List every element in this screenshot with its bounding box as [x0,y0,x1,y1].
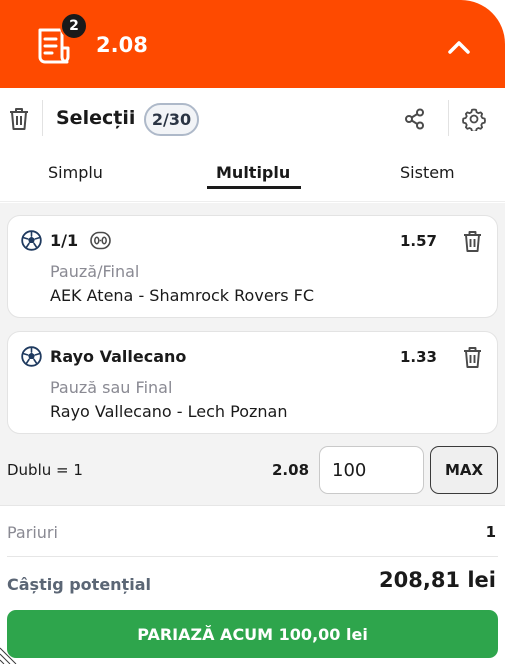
resize-handle [0,647,17,664]
active-tab-indicator [207,186,301,189]
tab-sistem[interactable]: Sistem [400,163,455,182]
delete-all-icon[interactable] [8,107,30,131]
selections-title: Selecții [56,107,136,129]
selections-count-badge: 2 [60,12,88,40]
share-icon[interactable] [404,108,426,130]
selection-odds: 1.57 [399,232,437,250]
selections-toolbar: Selecții 2/30 [0,88,505,150]
scoreboard-icon [90,231,111,250]
selection-pick: 1/1 [50,231,79,250]
selection-card[interactable]: 1/1 1.57 Pauză/Final AEK Atena - Shamroc… [7,215,498,318]
trash-icon[interactable] [462,230,483,253]
toolbar-divider [42,100,43,136]
place-bet-button[interactable]: PARIAZĂ ACUM 100,00 lei [7,610,498,658]
selection-market: Pauză sau Final [50,378,173,397]
bets-count: 1 [485,523,496,541]
football-icon [21,230,42,251]
tab-simplu[interactable]: Simplu [48,163,103,182]
stake-input[interactable] [319,446,424,494]
selections-count: 2/30 [144,103,199,136]
selection-pick: Rayo Vallecano [50,347,187,366]
chevron-up-icon[interactable] [446,34,472,60]
bets-label: Pariuri [7,523,58,542]
combo-odds: 2.08 [272,461,310,479]
combo-label: Dublu = 1 [7,461,83,479]
selection-card[interactable]: Rayo Vallecano 1.33 Pauză sau Final Rayo… [7,331,498,434]
trash-icon[interactable] [462,346,483,369]
max-stake-button[interactable]: MAX [430,446,498,494]
selection-event: Rayo Vallecano - Lech Poznan [50,402,288,421]
selection-market: Pauză/Final [50,262,140,281]
potential-win-value: 208,81 lei [379,568,496,592]
betslip-header[interactable]: 2 2.08 [0,0,505,88]
summary-divider [7,556,498,557]
selection-odds: 1.33 [399,348,437,366]
selection-event: AEK Atena - Shamrock Rovers FC [50,286,315,305]
toolbar-divider [448,100,449,136]
tab-multiplu[interactable]: Multiplu [216,163,290,182]
gear-icon[interactable] [462,107,486,131]
total-odds: 2.08 [96,33,148,57]
bet-type-tabs: Simplu Multiplu Sistem [0,150,505,202]
potential-win-label: Câștig potențial [7,575,151,594]
bet-summary: Pariuri 1 Câștig potențial 208,81 lei PA… [0,505,505,664]
football-icon [21,346,42,367]
